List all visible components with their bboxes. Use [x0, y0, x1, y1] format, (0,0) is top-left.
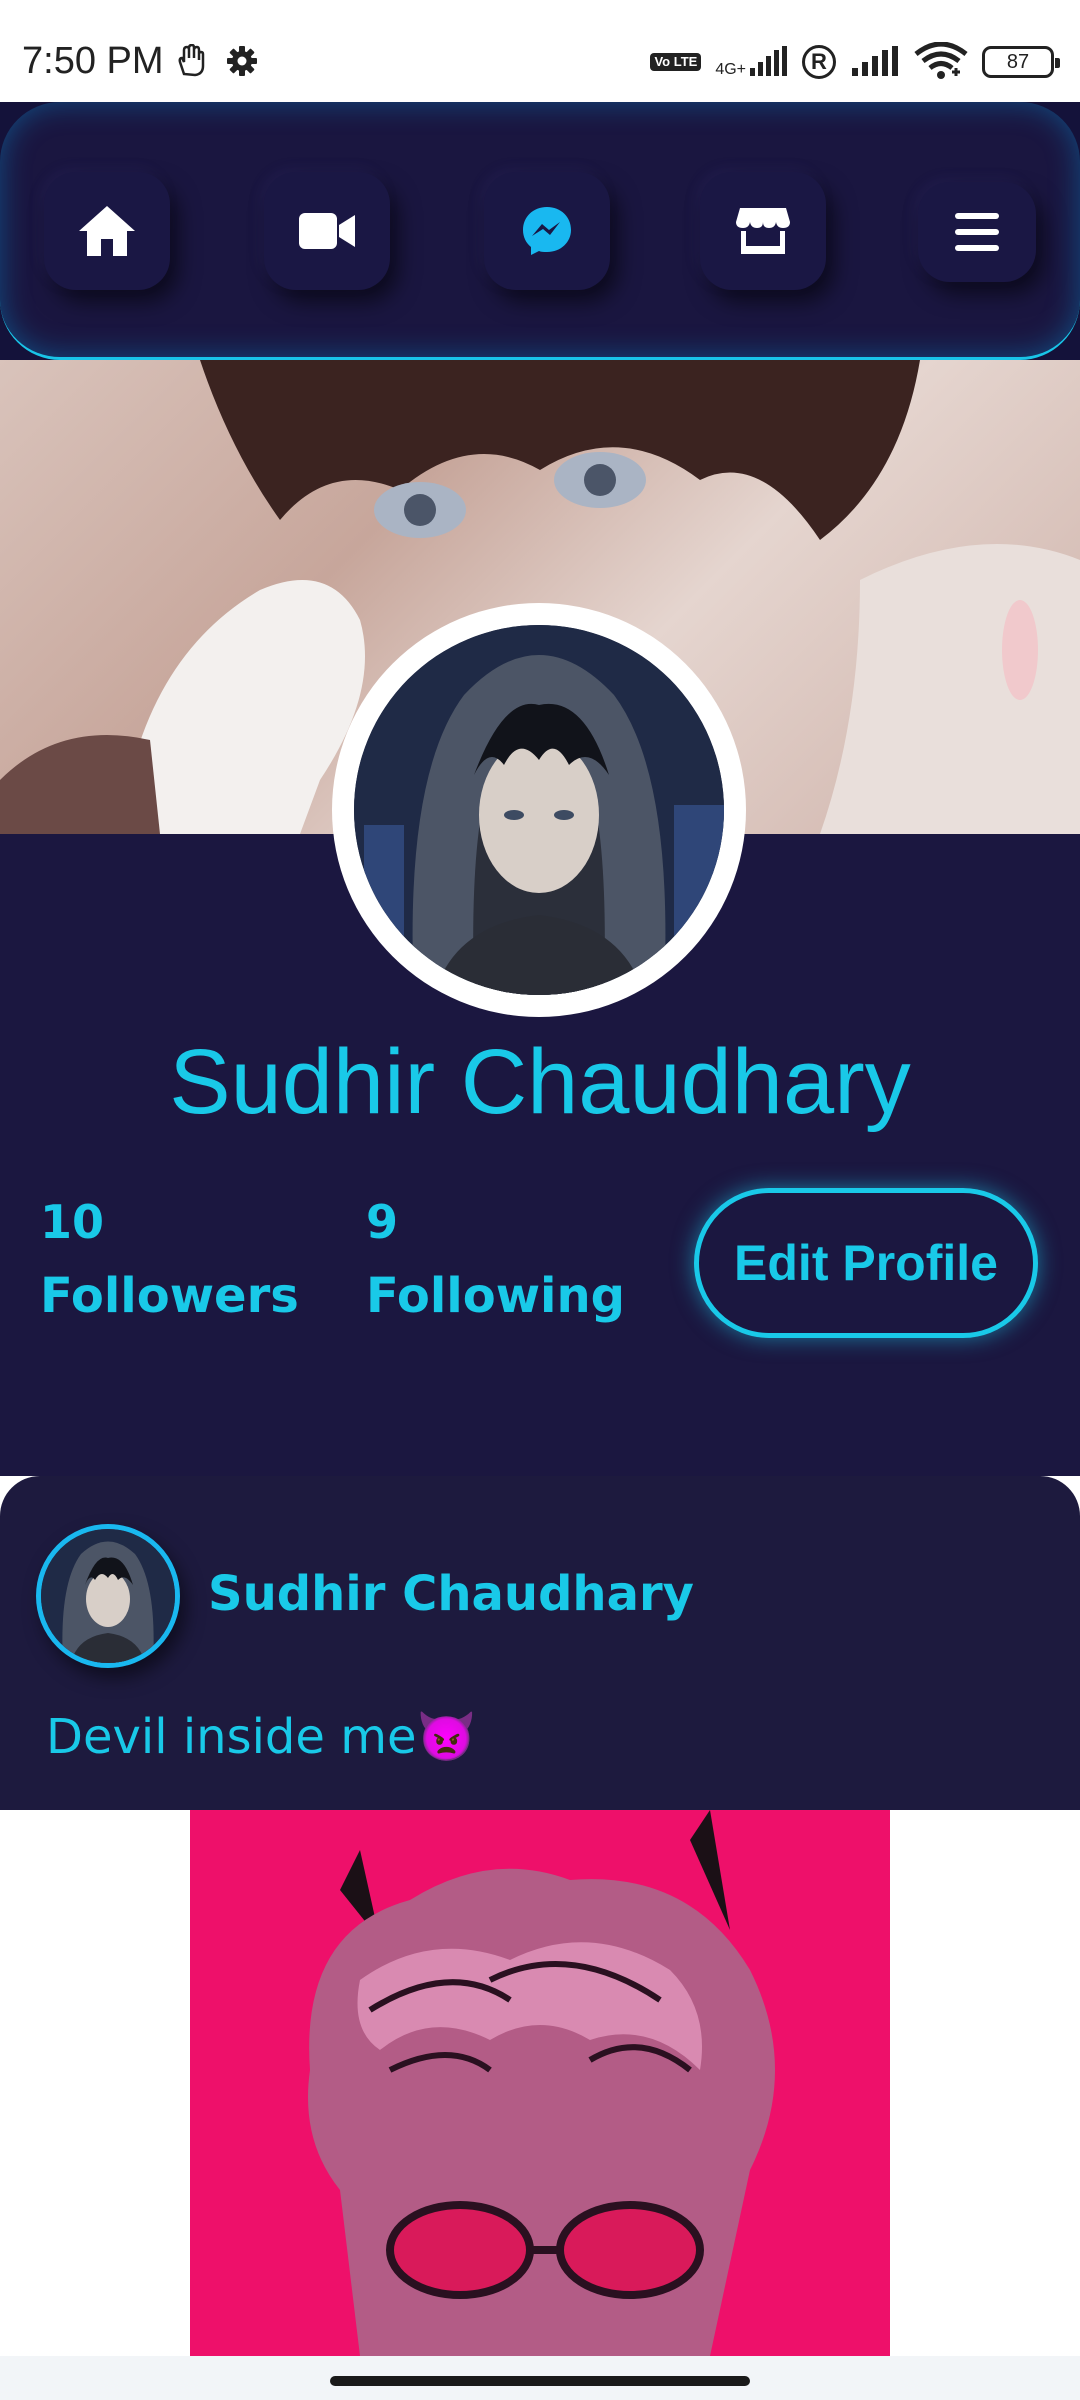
following-label: Following — [366, 1268, 626, 1324]
video-camera-icon — [299, 213, 355, 249]
followers-count: 10 — [40, 1195, 105, 1249]
avatar-illustration — [354, 625, 724, 995]
post-card: Sudhir Chaudhary Devil inside me👿 — [0, 1476, 1080, 1810]
settings-gear-icon — [227, 46, 257, 76]
post-author-avatar[interactable] — [36, 1524, 180, 1668]
signal-strength-2-icon — [852, 46, 898, 76]
followers-label: Followers — [40, 1268, 299, 1324]
home-gesture-bar[interactable] — [330, 2376, 750, 2386]
battery-icon: 87 — [982, 46, 1060, 78]
roaming-icon: R — [802, 45, 836, 79]
store-icon — [736, 208, 790, 254]
messenger-icon — [523, 207, 571, 255]
signal-strength-icon — [750, 46, 787, 76]
following-count: 9 — [366, 1195, 399, 1249]
status-time: 7:50 PM — [22, 40, 164, 82]
profile-name: Sudhir Chaudhary — [169, 1031, 911, 1133]
hamburger-menu-icon — [955, 213, 999, 251]
status-right-icons: Vo LTE 4G+ R 87 — [650, 42, 1060, 82]
profile-avatar[interactable] — [332, 603, 746, 1017]
signal-4g-group: 4G+ — [715, 46, 788, 78]
nav-messenger-button[interactable] — [484, 172, 610, 290]
following-stat[interactable]: 9 Following — [366, 1190, 625, 1338]
home-icon — [79, 206, 135, 256]
status-left-icons — [176, 44, 258, 78]
hand-notification-icon — [178, 44, 205, 77]
profile-avatar-image — [354, 625, 724, 995]
network-type-label: 4G+ — [715, 61, 746, 78]
post-image[interactable] — [190, 1810, 890, 2356]
wifi-icon — [914, 42, 968, 79]
nav-menu-button[interactable] — [918, 182, 1036, 282]
nav-marketplace-button[interactable] — [700, 172, 826, 290]
nav-videos-button[interactable] — [264, 172, 390, 290]
post-author-name[interactable]: Sudhir Chaudhary — [208, 1566, 694, 1622]
gesture-navigation-area — [0, 2356, 1080, 2400]
nav-home-button[interactable] — [44, 172, 170, 290]
top-navigation — [0, 102, 1080, 360]
battery-level: 87 — [1006, 50, 1030, 73]
followers-stat[interactable]: 10 Followers — [40, 1190, 299, 1338]
status-bar: 7:50 PM Vo LTE 4G+ R 87 — [0, 0, 1080, 102]
edit-profile-button[interactable]: Edit Profile — [694, 1188, 1038, 1338]
volte-badge: Vo LTE — [650, 53, 702, 71]
post-text: Devil inside me👿 — [46, 1709, 477, 1765]
post-avatar-illustration — [41, 1529, 175, 1663]
post-image-illustration — [190, 1810, 890, 2356]
